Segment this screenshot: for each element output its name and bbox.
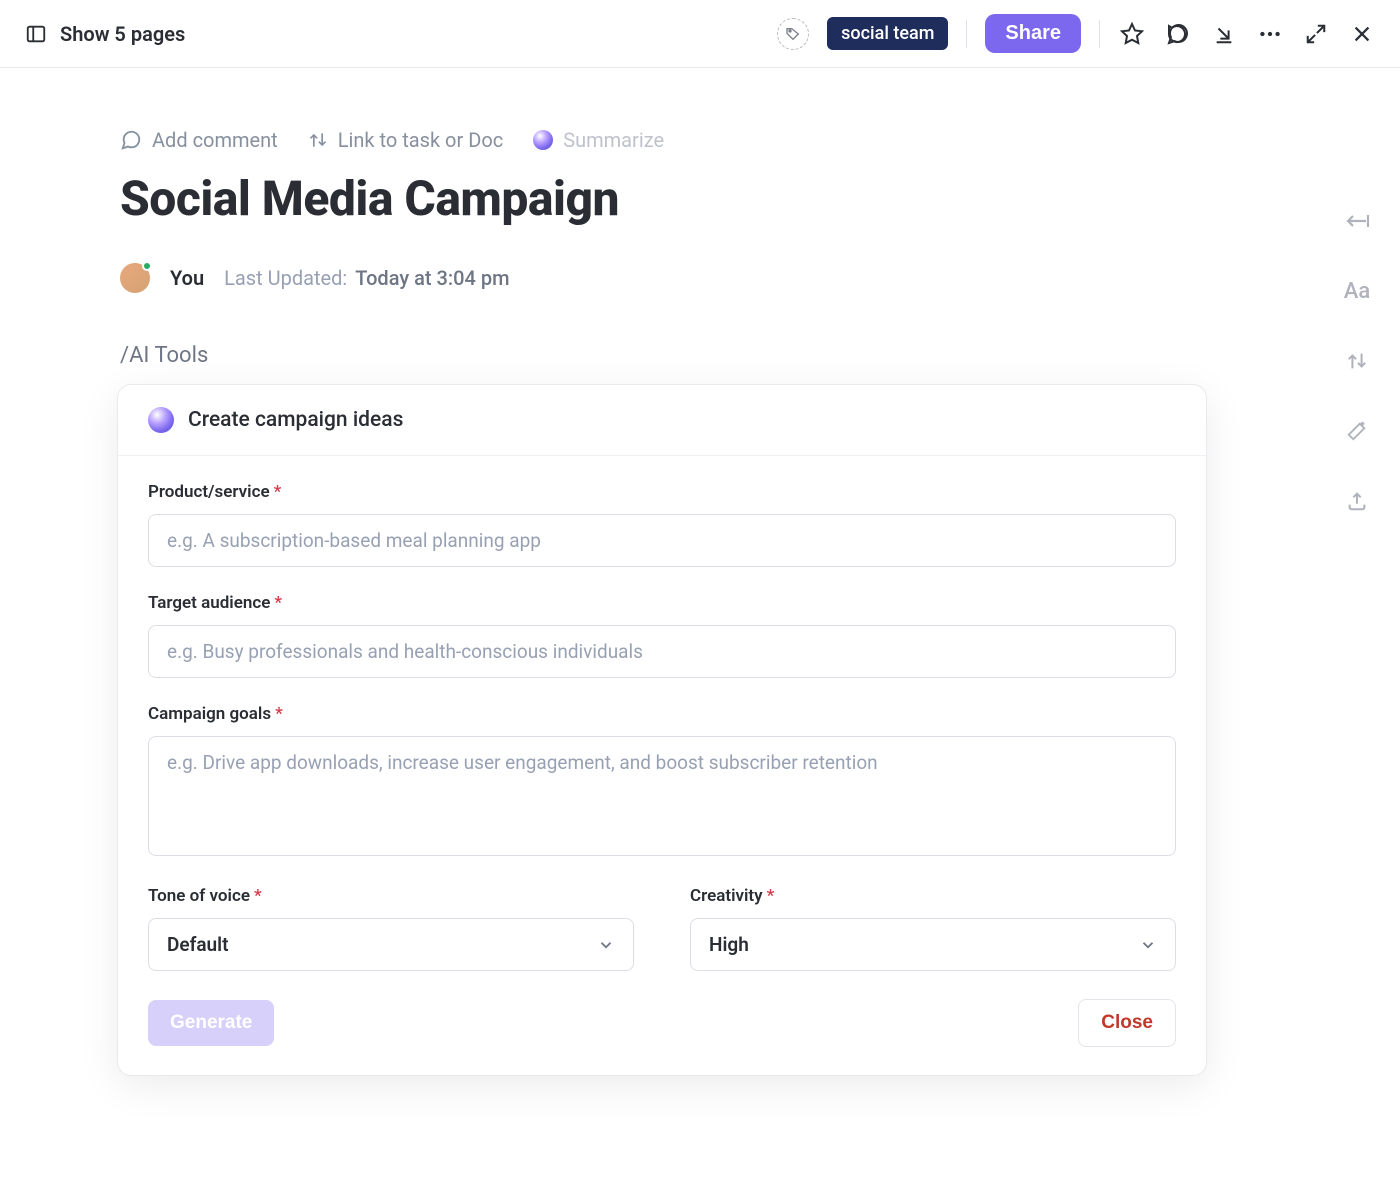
download-arrow-icon [1213,23,1235,45]
add-comment-label: Add comment [152,128,278,152]
divider [1099,20,1100,48]
more-button[interactable] [1256,20,1284,48]
updated-time: Today at 3:04 pm [355,266,509,290]
goals-label-text: Campaign goals [148,704,271,724]
tag-button[interactable] [777,18,809,50]
typography-icon[interactable]: Aa [1344,278,1370,304]
modal-body: Product/service * Target audience * Camp… [118,456,1206,999]
summarize-action[interactable]: Summarize [533,128,664,152]
required-star: * [274,593,282,613]
slash-command-text: /AI Tools [120,343,1180,368]
link-icon [308,130,328,150]
tone-value: Default [167,933,228,956]
creativity-select[interactable]: High [690,918,1176,971]
close-modal-button[interactable]: Close [1078,999,1176,1047]
chevron-down-icon [1139,936,1157,954]
product-input[interactable] [148,514,1176,567]
content: Aa Add comment Link to task or Doc Summa… [0,68,1180,1076]
author-name: You [170,266,204,290]
goals-label: Campaign goals * [148,704,1176,724]
select-row: Tone of voice * Default Creativity * Hig… [148,886,1176,971]
dedent-icon[interactable] [1344,208,1370,234]
show-pages-button[interactable]: Show 5 pages [60,22,185,46]
audience-field: Target audience * [148,593,1176,678]
required-star: * [767,886,775,906]
product-label: Product/service * [148,482,1176,502]
creativity-label: Creativity * [690,886,1176,906]
goals-input[interactable] [148,736,1176,856]
page-title: Social Media Campaign [120,170,1180,227]
creativity-label-text: Creativity [690,886,763,906]
presence-indicator [142,261,152,271]
required-star: * [254,886,262,906]
topbar: Show 5 pages social team Share [0,0,1400,68]
ellipsis-icon [1257,21,1283,47]
comment-icon [1166,22,1190,46]
tone-select[interactable]: Default [148,918,634,971]
favorite-button[interactable] [1118,20,1146,48]
audience-input[interactable] [148,625,1176,678]
panel-toggle-icon[interactable] [24,22,48,46]
actions-row: Add comment Link to task or Doc Summariz… [120,128,1180,152]
required-star: * [274,482,282,502]
expand-icon [1305,23,1327,45]
chevron-down-icon [597,936,615,954]
star-icon [1120,22,1144,46]
goals-field: Campaign goals * [148,704,1176,860]
link-task-label: Link to task or Doc [338,128,503,152]
modal-title: Create campaign ideas [188,408,403,432]
ai-orb-icon [148,407,174,433]
close-icon [1351,23,1373,45]
ai-orb-icon [533,130,553,150]
link-task-action[interactable]: Link to task or Doc [308,128,503,152]
magic-wand-icon[interactable] [1344,418,1370,444]
product-label-text: Product/service [148,482,270,502]
download-button[interactable] [1210,20,1238,48]
summarize-label: Summarize [563,128,664,152]
generate-button[interactable]: Generate [148,1000,274,1046]
ai-modal: Create campaign ideas Product/service * … [117,384,1207,1076]
tag-icon [785,26,801,42]
avatar[interactable] [120,263,150,293]
right-rail: Aa [1344,208,1370,514]
sort-icon[interactable] [1344,348,1370,374]
comment-icon [120,129,142,151]
required-star: * [275,704,283,724]
expand-button[interactable] [1302,20,1330,48]
creativity-field: Creativity * High [690,886,1176,971]
product-field: Product/service * [148,482,1176,567]
close-button[interactable] [1348,20,1376,48]
meta-row: You Last Updated: Today at 3:04 pm [120,263,1180,293]
comments-button[interactable] [1164,20,1192,48]
tone-field: Tone of voice * Default [148,886,634,971]
share-button[interactable]: Share [985,14,1081,53]
modal-header: Create campaign ideas [118,385,1206,456]
team-badge[interactable]: social team [827,17,948,50]
modal-footer: Generate Close [118,999,1206,1075]
tone-label-text: Tone of voice [148,886,250,906]
audience-label: Target audience * [148,593,1176,613]
audience-label-text: Target audience [148,593,270,613]
divider [966,20,967,48]
add-comment-action[interactable]: Add comment [120,128,278,152]
upload-icon[interactable] [1344,488,1370,514]
tone-label: Tone of voice * [148,886,634,906]
creativity-value: High [709,933,749,956]
updated-label: Last Updated: [224,266,347,290]
topbar-right: social team Share [777,14,1376,53]
topbar-left: Show 5 pages [24,22,185,46]
